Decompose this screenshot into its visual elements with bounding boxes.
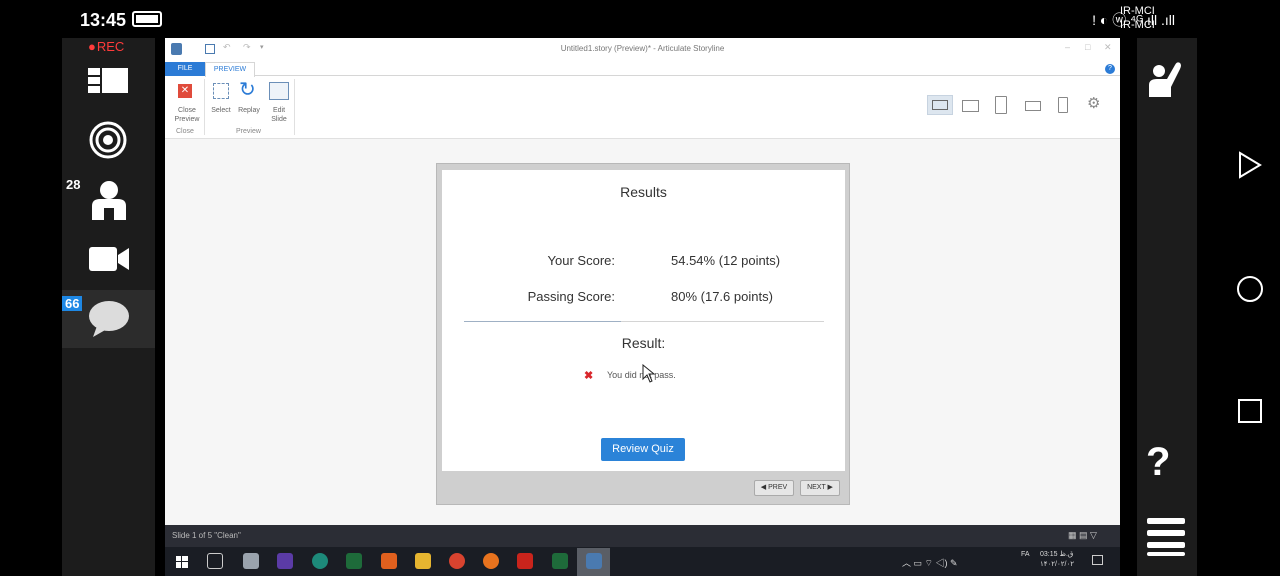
passing-score-label: Passing Score: xyxy=(527,289,615,304)
settings-gear-icon[interactable]: ⚙ xyxy=(1087,96,1100,111)
close-preview-button[interactable]: Close Preview xyxy=(169,106,205,124)
mouse-cursor-icon xyxy=(642,363,656,389)
next-button[interactable]: NEXT ▶ xyxy=(800,480,840,496)
taskbar-app-icon[interactable] xyxy=(381,553,397,569)
tray-clock[interactable]: 03:15 ق.ظ ۱۴۰۲/۰۲/۰۲ xyxy=(1040,550,1074,570)
target-icon[interactable] xyxy=(89,121,127,164)
passing-score-value: 80% (17.6 points) xyxy=(671,289,773,304)
chat-icon[interactable] xyxy=(89,300,129,343)
notifications-icon[interactable] xyxy=(1092,555,1103,565)
firefox-icon[interactable] xyxy=(483,553,499,569)
ribbon-divider xyxy=(294,79,295,135)
taskbar-app-icon[interactable] xyxy=(346,553,362,569)
tablet-portrait-icon[interactable] xyxy=(995,96,1007,114)
select-icon[interactable] xyxy=(213,83,229,99)
nav-home-icon[interactable] xyxy=(1236,275,1264,308)
maximize-icon[interactable]: □ xyxy=(1085,42,1090,52)
taskbar-app-icon[interactable] xyxy=(312,553,328,569)
slide-status-text: Slide 1 of 5 "Clean" xyxy=(172,531,241,540)
select-button[interactable]: Select xyxy=(209,106,233,115)
video-camera-icon[interactable] xyxy=(89,246,129,277)
carrier-labels: IR-MCI IR-MCI xyxy=(1120,4,1155,32)
tray-date: ۱۴۰۲/۰۲/۰۲ xyxy=(1040,561,1074,568)
close-group-label: Close xyxy=(176,128,194,135)
minimize-icon[interactable]: – xyxy=(1065,42,1070,52)
keyboard-language[interactable]: FA xyxy=(1021,551,1030,558)
tab-preview[interactable]: PREVIEW xyxy=(205,62,255,77)
close-window-icon[interactable]: ✕ xyxy=(1104,42,1112,53)
ribbon-divider xyxy=(204,79,205,135)
status-clock: 13:45 xyxy=(80,10,127,30)
divider-accent xyxy=(464,321,621,322)
replay-button[interactable]: Replay xyxy=(235,106,263,115)
acrobat-icon[interactable] xyxy=(517,553,533,569)
desktop-view-button[interactable] xyxy=(927,95,953,115)
menu-icon[interactable] xyxy=(1147,516,1185,561)
taskbar-app-icon[interactable] xyxy=(243,553,259,569)
task-view-icon[interactable] xyxy=(207,553,223,569)
edit-slide-icon[interactable] xyxy=(269,82,289,100)
nav-back-icon[interactable] xyxy=(1237,151,1263,184)
slide-title: Results xyxy=(620,184,667,200)
storyline-icon[interactable] xyxy=(586,553,602,569)
window-status-bar: Slide 1 of 5 "Clean" ▦ ▤ ▽ xyxy=(165,525,1120,547)
layout-icon[interactable] xyxy=(88,66,128,96)
taskbar-app-icon[interactable] xyxy=(552,553,568,569)
tab-file[interactable]: FILE xyxy=(165,62,205,76)
participants-count: 28 xyxy=(66,177,81,192)
tablet-landscape-icon[interactable] xyxy=(962,100,979,112)
windows-taskbar xyxy=(165,547,1120,576)
system-tray-icons[interactable]: ︿ ▭ ⌔ ◁) ✎ xyxy=(902,556,958,569)
phone-status-bar: 13:45 ! ◐ ⓦ ⁴ᴳ.ıll .ıll IR-MCI IR-MCI xyxy=(0,0,1280,38)
nav-recents-icon[interactable] xyxy=(1237,398,1263,429)
review-quiz-button[interactable]: Review Quiz xyxy=(601,438,685,461)
participants-icon[interactable] xyxy=(90,180,128,225)
your-score-value: 54.54% (12 points) xyxy=(671,253,781,268)
battery-icon xyxy=(132,11,162,27)
prev-button[interactable]: ◀ PREV xyxy=(754,480,794,496)
your-score-label: Your Score: xyxy=(547,253,615,268)
windows-start-icon[interactable] xyxy=(176,555,188,573)
chrome-icon[interactable] xyxy=(449,553,465,569)
window-title: Untitled1.story (Preview)* - Articulate … xyxy=(560,44,725,53)
result-label: Result: xyxy=(621,335,666,351)
ribbon-tabs xyxy=(165,62,1120,76)
tray-time: 03:15 ق.ظ xyxy=(1040,551,1074,558)
visual-studio-icon[interactable] xyxy=(277,553,293,569)
file-explorer-icon[interactable] xyxy=(415,553,431,569)
phone-landscape-icon[interactable] xyxy=(1025,101,1041,111)
close-preview-icon[interactable]: ✕ xyxy=(178,84,192,98)
title-bar: ↶ ↷ ▾ Untitled1.story (Preview)* - Artic… xyxy=(165,38,1120,62)
carrier-2: IR-MCI xyxy=(1120,19,1155,31)
fail-x-icon: ✖ xyxy=(584,370,594,382)
edit-slide-button[interactable]: Edit Slide xyxy=(267,106,291,124)
view-mode-icons[interactable]: ▦ ▤ ▽ xyxy=(1068,530,1097,541)
ribbon: ✕ Close Preview Close Select ↻ Replay Pr… xyxy=(165,77,1120,139)
carrier-1: IR-MCI xyxy=(1120,5,1155,17)
rec-indicator: REC xyxy=(88,39,124,54)
preview-group-label: Preview xyxy=(236,128,261,135)
help-circle-icon[interactable]: ? xyxy=(1105,64,1115,74)
right-sidebar xyxy=(1137,38,1197,576)
help-icon[interactable]: ? xyxy=(1146,440,1170,485)
phone-portrait-icon[interactable] xyxy=(1058,97,1068,113)
raise-hand-icon[interactable] xyxy=(1147,57,1185,102)
chat-count: 66 xyxy=(62,296,83,311)
replay-icon[interactable]: ↻ xyxy=(239,80,256,100)
